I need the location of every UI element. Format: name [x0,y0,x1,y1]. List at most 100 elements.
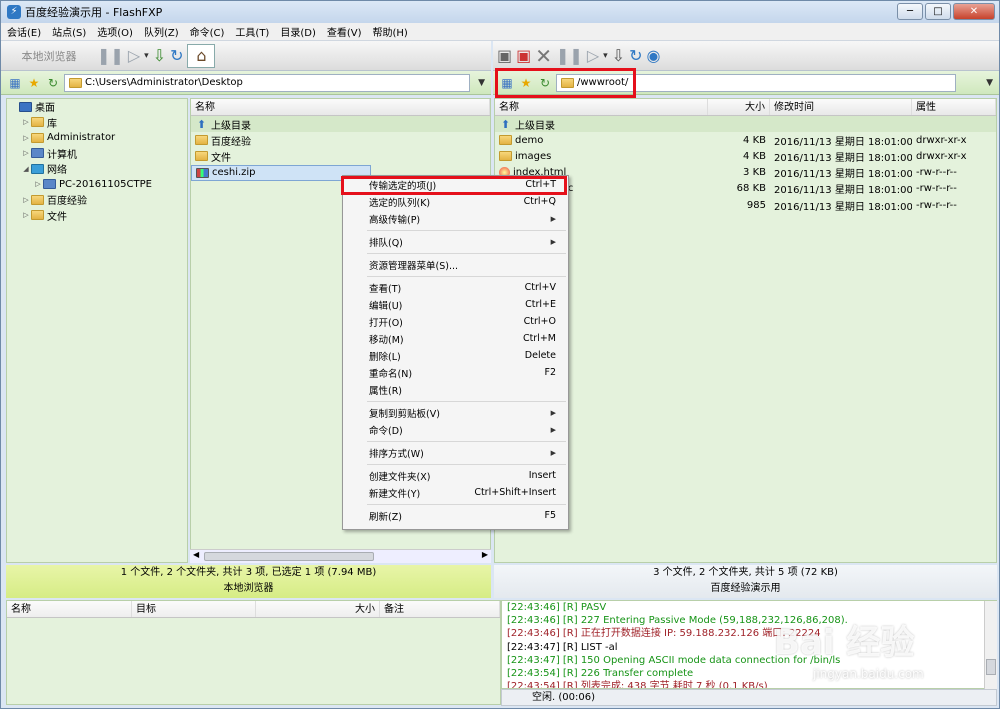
file-attributes: drwxr-xr-x [916,134,967,146]
refresh-icon[interactable]: ↻ [170,44,183,68]
globe-icon[interactable]: ◉ [646,44,660,68]
refresh-icon[interactable]: ↻ [45,75,61,91]
context-menu-item-queue[interactable]: 排队(Q) ▶ [343,233,568,250]
menu-item-label: 选定的队列(K) [369,197,431,209]
context-menu-item-advanced-transfer[interactable]: 高级传输(P) ▶ [343,210,568,227]
expand-toggle-icon[interactable]: ◢ [21,165,31,173]
menu-item[interactable]: 站点(S) [52,24,86,39]
expand-toggle-icon[interactable]: ▷ [21,149,31,157]
context-menu-item-edit[interactable]: 编辑(U) Ctrl+E [343,296,568,313]
context-menu-item-copy-clipboard[interactable]: 复制到剪贴板(V) ▶ [343,404,568,421]
context-menu-item-new-file[interactable]: 新建文件(Y) Ctrl+Shift+Insert [343,484,568,501]
tree-item[interactable]: ▷ Administrator [7,130,187,146]
local-horizontal-scrollbar[interactable]: ◀ ▶ [190,549,491,563]
context-menu-item-rename[interactable]: 重命名(N) F2 [343,364,568,381]
file-row[interactable]: images 4 KB 2016/11/13 星期日 18:01:00 drwxr-x… [495,148,996,164]
context-menu-item-properties[interactable]: 属性(R) [343,381,568,398]
tree-item[interactable]: ▷ 库 [7,115,187,131]
log-line: [22:43:47] [R] LIST -al [507,641,618,653]
file-row[interactable]: ⬆ 上级目录 [495,116,996,133]
transfer-icon[interactable]: ⇩ [612,44,625,68]
scroll-right-icon[interactable]: ▶ [482,550,488,559]
log-line: [22:43:54] [R] 列表完成: 438 字节 耗时 7 秒 (0.1 … [507,681,768,689]
column-modified-header[interactable]: 修改时间 [770,99,912,115]
file-row[interactable]: 百度经验 [191,132,490,148]
chevron-down-icon[interactable]: ▾ [144,44,149,68]
context-menu-item-view[interactable]: 查看(T) Ctrl+V [343,279,568,296]
context-menu-item-move[interactable]: 移动(M) Ctrl+M [343,330,568,347]
tree-item-label: 文件 [47,211,67,223]
context-menu-item-commands[interactable]: 命令(D) ▶ [343,421,568,438]
tree-item[interactable]: ▷ 文件 [7,208,187,224]
menu-item[interactable]: 命令(C) [190,24,225,39]
transfer-icon[interactable]: ⇩ [153,44,166,68]
pause-icon[interactable]: ❚❚ [556,44,583,68]
menu-item-shortcut: F5 [544,510,556,521]
menu-item[interactable]: 队列(Z) [144,24,179,39]
play-icon[interactable]: ▷ [587,44,599,68]
tree-item[interactable]: ▷ PC-20161105CTPE [7,177,187,193]
scroll-thumb[interactable] [986,659,996,675]
context-menu-item-create-folder[interactable]: 创建文件夹(X) Insert [343,467,568,484]
tree-toggle-icon[interactable]: ▦ [7,75,23,91]
column-name-header[interactable]: 名称 [495,99,708,115]
scroll-thumb[interactable] [204,552,374,561]
expand-toggle-icon[interactable]: ▷ [21,134,31,142]
chevron-down-icon[interactable]: ▼ [986,78,993,88]
expand-toggle-icon[interactable]: ▷ [33,180,43,188]
queue-target-header[interactable]: 目标 [132,601,256,617]
context-menu-item-sort-by[interactable]: 排序方式(W) ▶ [343,444,568,461]
context-menu-item-queue-selected[interactable]: 选定的队列(K) Ctrl+Q [343,193,568,210]
menu-item[interactable]: 工具(T) [235,24,269,39]
close-button[interactable]: ✕ [953,3,995,20]
log-vertical-scrollbar[interactable] [984,601,997,689]
minimize-button[interactable]: ─ [897,3,923,20]
queue-note-header[interactable]: 备注 [380,601,500,617]
context-menu-item-explorer-menu[interactable]: 资源管理器菜单(S)... [343,256,568,273]
file-row[interactable]: 文件 [191,148,490,164]
favorites-star-icon[interactable]: ★ [26,75,42,91]
baidu-watermark-url: jingyan.baidu.com [813,667,924,681]
file-row[interactable]: index.html 3 KB 2016/11/13 星期日 18:01:00 -rw… [495,165,996,181]
context-menu-item-refresh[interactable]: 刷新(Z) F5 [343,507,568,524]
menu-item-shortcut: Ctrl+E [525,299,556,310]
submenu-arrow-icon: ▶ [550,237,556,246]
expand-toggle-icon[interactable]: ▷ [21,211,31,219]
connect-icon[interactable]: ▣ [497,44,512,68]
menu-item[interactable]: 目录(D) [280,24,316,39]
refresh-icon[interactable]: ↻ [629,44,642,68]
column-name-header[interactable]: 名称 [191,99,490,115]
tree-item[interactable]: ◢ 网络 [7,161,187,177]
folder-icon [499,151,512,162]
expand-toggle-icon[interactable]: ▷ [21,118,31,126]
scroll-left-icon[interactable]: ◀ [193,550,199,559]
tree-item[interactable]: ▷ 计算机 [7,146,187,162]
tree-item[interactable]: 桌面 [7,99,187,115]
maximize-button[interactable]: □ [925,3,951,20]
pause-icon[interactable]: ❚❚ [97,44,124,68]
chevron-down-icon[interactable]: ▼ [478,78,485,88]
menu-item[interactable]: 查看(V) [327,24,362,39]
menu-item[interactable]: 选项(O) [97,24,133,39]
menu-item[interactable]: 帮助(H) [373,24,408,39]
abort-icon[interactable]: ✕ [535,44,552,68]
column-size-header[interactable]: 大小 [708,99,770,115]
file-row[interactable]: demo 4 KB 2016/11/13 星期日 18:01:00 drwxr-xr-… [495,132,996,148]
home-icon[interactable]: ⌂ [187,43,216,68]
file-row[interactable]: 985 2016/11/13 星期日 18:01:00 -rw-r--r-- [495,197,996,213]
menu-item[interactable]: 会话(E) [7,24,41,39]
queue-name-header[interactable]: 名称 [7,601,132,617]
chevron-down-icon[interactable]: ▾ [603,44,608,68]
expand-toggle-icon[interactable]: ▷ [21,196,31,204]
column-attr-header[interactable]: 属性 [912,99,996,115]
context-menu-item-open[interactable]: 打开(O) Ctrl+O [343,313,568,330]
file-row[interactable]: ⬆ 上级目录 [191,116,490,133]
context-menu-item-delete[interactable]: 删除(L) Delete [343,347,568,364]
tree-item[interactable]: ▷ 百度经验 [7,192,187,208]
disconnect-icon[interactable]: ▣ [516,44,531,68]
file-row[interactable]: ...anual.doc68 KB2016/11/13 星期日 18:01:00… [495,181,996,197]
play-icon[interactable]: ▷ [128,44,140,68]
local-browser-button[interactable]: 本地浏览器 [5,44,93,68]
queue-size-header[interactable]: 大小 [256,601,380,617]
local-path-field[interactable]: C:\Users\Administrator\Desktop [64,73,470,92]
